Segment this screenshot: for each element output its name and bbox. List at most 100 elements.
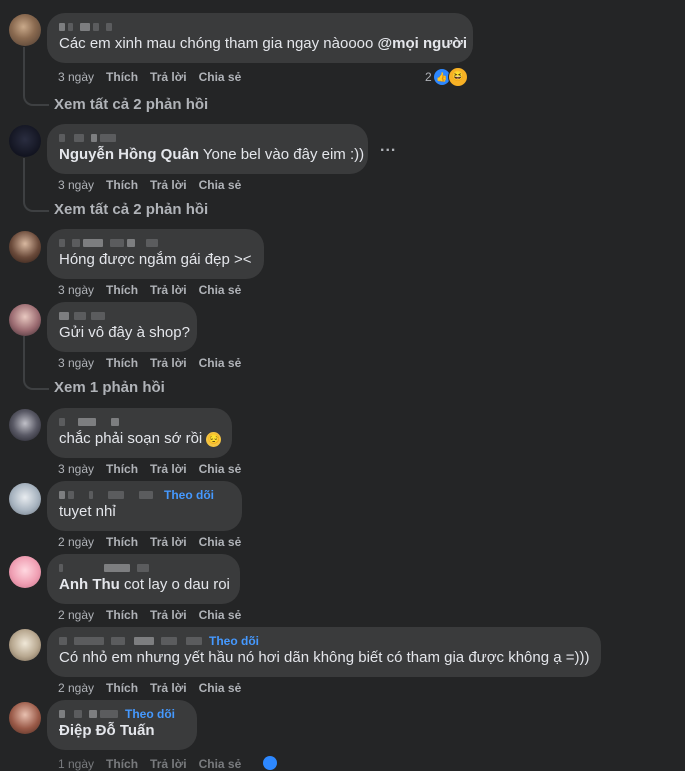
avatar[interactable] xyxy=(9,304,41,336)
comment-text: Anh Thu cot lay o dau roi xyxy=(59,576,230,593)
avatar[interactable] xyxy=(9,702,41,734)
more-options-icon[interactable]: ... xyxy=(380,138,396,156)
avatar[interactable] xyxy=(9,231,41,263)
reply-button[interactable]: Trả lời xyxy=(150,757,187,771)
comment-text: tuyet nhỉ xyxy=(59,503,116,520)
timestamp[interactable]: 2 ngày xyxy=(58,608,94,622)
like-button[interactable]: Thích xyxy=(106,283,138,297)
share-button[interactable]: Chia sẻ xyxy=(199,535,242,549)
timestamp[interactable]: 3 ngày xyxy=(58,283,94,297)
comment-bubble: Nguyễn Hồng Quân Yone bel vào đây eim :)… xyxy=(47,124,368,174)
reaction-count: 2 xyxy=(425,70,432,84)
timestamp[interactable]: 3 ngày xyxy=(58,178,94,192)
share-button[interactable]: Chia sẻ xyxy=(199,283,242,297)
comment-text: Điệp Đỗ Tuấn xyxy=(59,721,185,741)
share-button[interactable]: Chia sẻ xyxy=(199,178,242,192)
comment-text: Nguyễn Hồng Quân Yone bel vào đây eim :)… xyxy=(59,146,365,163)
timestamp[interactable]: 2 ngày xyxy=(58,681,94,695)
comment-bubble: Theo dõi Điệp Đỗ Tuấn xyxy=(47,700,197,750)
tagged-user-link[interactable]: Nguyễn Hồng Quân xyxy=(59,146,199,163)
reply-button[interactable]: Trả lời xyxy=(150,356,187,370)
avatar[interactable] xyxy=(9,125,41,157)
haha-reaction-icon: 😆 xyxy=(447,67,468,87)
comment-actions: 2 ngày Thích Trả lời Chia sẻ xyxy=(58,608,253,622)
tagged-user-link[interactable]: Điệp Đỗ Tuấn xyxy=(59,722,155,739)
author-name-redacted[interactable] xyxy=(59,236,252,250)
like-button[interactable]: Thích xyxy=(106,681,138,695)
reply-button[interactable]: Trả lời xyxy=(150,535,187,549)
comment-actions: 3 ngày Thích Trả lời Chia sẻ xyxy=(58,462,253,476)
author-name-redacted[interactable] xyxy=(59,309,185,323)
comment-actions: 3 ngày Thích Trả lời Chia sẻ xyxy=(58,70,253,84)
comment-bubble: Theo dõi tuyet nhỉ xyxy=(47,481,242,531)
share-button[interactable]: Chia sẻ xyxy=(199,70,242,84)
author-name-redacted[interactable]: Theo dõi xyxy=(59,707,185,721)
sad-face-emoji-icon: 😔 xyxy=(206,431,222,447)
reply-button[interactable]: Trả lời xyxy=(150,178,187,192)
author-name-redacted[interactable]: Theo dõi xyxy=(59,488,230,502)
reply-button[interactable]: Trả lời xyxy=(150,608,187,622)
reply-button[interactable]: Trả lời xyxy=(150,283,187,297)
like-button[interactable]: Thích xyxy=(106,757,138,771)
reply-button[interactable]: Trả lời xyxy=(150,462,187,476)
view-replies-link[interactable]: Xem tất cả 2 phản hồi xyxy=(54,96,208,113)
view-replies-link[interactable]: Xem tất cả 2 phản hồi xyxy=(54,201,208,218)
view-replies-link[interactable]: Xem 1 phản hồi xyxy=(54,379,165,396)
comment-bubble: Theo dõi Có nhỏ em nhưng yết hầu nó hơi … xyxy=(47,627,601,677)
thread-line xyxy=(23,158,49,212)
reply-button[interactable]: Trả lời xyxy=(150,681,187,695)
comment-bubble: Các em xinh mau chóng tham gia ngay nàoo… xyxy=(47,13,473,63)
timestamp[interactable]: 3 ngày xyxy=(58,70,94,84)
follow-button[interactable]: Theo dõi xyxy=(164,488,214,502)
like-button[interactable]: Thích xyxy=(106,535,138,549)
comment-text: Các em xinh mau chóng tham gia ngay nàoo… xyxy=(59,35,468,52)
timestamp[interactable]: 2 ngày xyxy=(58,535,94,549)
author-name-redacted[interactable] xyxy=(59,561,228,575)
comment-actions: 3 ngày Thích Trả lời Chia sẻ xyxy=(58,356,253,370)
comment-actions: 3 ngày Thích Trả lời Chia sẻ xyxy=(58,178,253,192)
like-button[interactable]: Thích xyxy=(106,356,138,370)
author-name-redacted[interactable] xyxy=(59,131,356,145)
share-button[interactable]: Chia sẻ xyxy=(199,608,242,622)
comment-bubble: Hóng được ngắm gái đẹp >< xyxy=(47,229,264,279)
comment-actions: 3 ngày Thích Trả lời Chia sẻ xyxy=(58,283,253,297)
like-button[interactable]: Thích xyxy=(106,178,138,192)
share-button[interactable]: Chia sẻ xyxy=(199,681,242,695)
share-button[interactable]: Chia sẻ xyxy=(199,757,242,771)
timestamp[interactable]: 3 ngày xyxy=(58,356,94,370)
comment-text: chắc phải soạn sớ rồi 😔 xyxy=(59,430,222,447)
avatar[interactable] xyxy=(9,629,41,661)
share-button[interactable]: Chia sẻ xyxy=(199,462,242,476)
avatar[interactable] xyxy=(9,409,41,441)
comment-text: Gửi vô đây à shop? xyxy=(59,324,190,341)
comment-actions: 2 ngày Thích Trả lời Chia sẻ xyxy=(58,681,253,695)
comment-bubble: Anh Thu cot lay o dau roi xyxy=(47,554,240,604)
mention-link[interactable]: @mọi người xyxy=(378,35,467,52)
comment-text: Hóng được ngắm gái đẹp >< xyxy=(59,251,252,268)
thread-line xyxy=(23,47,49,106)
comment-actions: 2 ngày Thích Trả lời Chia sẻ xyxy=(58,535,253,549)
share-button[interactable]: Chia sẻ xyxy=(199,356,242,370)
comment-actions: 1 ngày Thích Trả lời Chia sẻ xyxy=(58,757,253,771)
like-button[interactable]: Thích xyxy=(106,608,138,622)
like-button[interactable]: Thích xyxy=(106,462,138,476)
comment-text: Có nhỏ em nhưng yết hầu nó hơi dãn không… xyxy=(59,649,590,666)
author-name-redacted[interactable]: Theo dõi xyxy=(59,634,589,648)
timestamp[interactable]: 1 ngày xyxy=(58,757,94,771)
comment-bubble: Gửi vô đây à shop? xyxy=(47,302,197,352)
avatar[interactable] xyxy=(9,14,41,46)
follow-button[interactable]: Theo dõi xyxy=(125,707,175,721)
follow-button[interactable]: Theo dõi xyxy=(209,634,259,648)
avatar[interactable] xyxy=(9,556,41,588)
comment-bubble: chắc phải soạn sớ rồi 😔 xyxy=(47,408,232,458)
avatar[interactable] xyxy=(9,483,41,515)
timestamp[interactable]: 3 ngày xyxy=(58,462,94,476)
reply-button[interactable]: Trả lời xyxy=(150,70,187,84)
author-name-redacted[interactable] xyxy=(59,20,461,34)
like-button[interactable]: Thích xyxy=(106,70,138,84)
tagged-user-link[interactable]: Anh Thu xyxy=(59,576,120,593)
like-reaction-icon xyxy=(263,756,277,770)
reaction-summary[interactable]: 2 👍 😆 xyxy=(425,67,468,87)
thread-line xyxy=(23,336,49,390)
author-name-redacted[interactable] xyxy=(59,415,220,429)
